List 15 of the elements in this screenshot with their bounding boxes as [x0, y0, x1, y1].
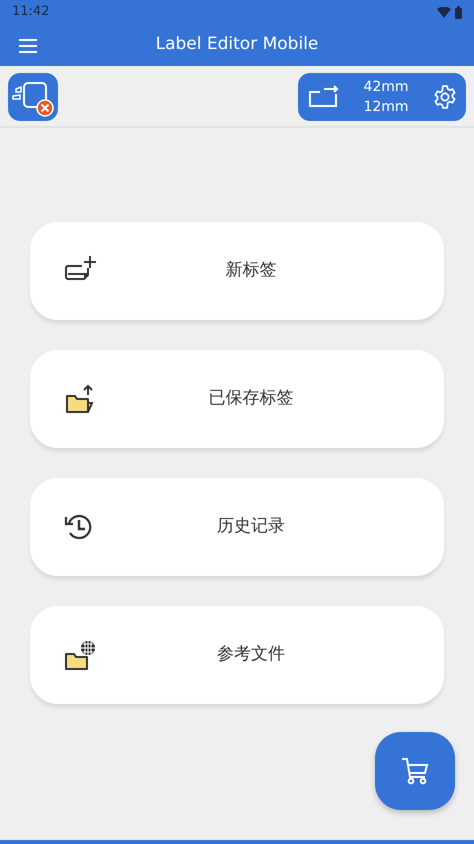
folder-globe-icon [62, 638, 98, 672]
wifi-icon [437, 6, 451, 18]
status-time: 11:42 [12, 3, 50, 22]
settings-icon [432, 84, 458, 110]
label-size-button[interactable]: 42mm 12mm [298, 73, 466, 121]
menu-card[interactable]: 新标签 [30, 222, 444, 320]
app-title: Label Editor Mobile [156, 33, 320, 56]
label-feed-icon [308, 85, 340, 109]
cart-icon [400, 756, 430, 786]
battery-icon [455, 6, 462, 18]
menu-card[interactable]: 已保存标签 [30, 350, 444, 448]
cart-button[interactable] [375, 732, 455, 810]
menu-card[interactable]: 参考文件 [30, 606, 444, 704]
printer-status-button[interactable] [8, 73, 58, 121]
menu-card[interactable]: 历史记录 [30, 478, 444, 576]
